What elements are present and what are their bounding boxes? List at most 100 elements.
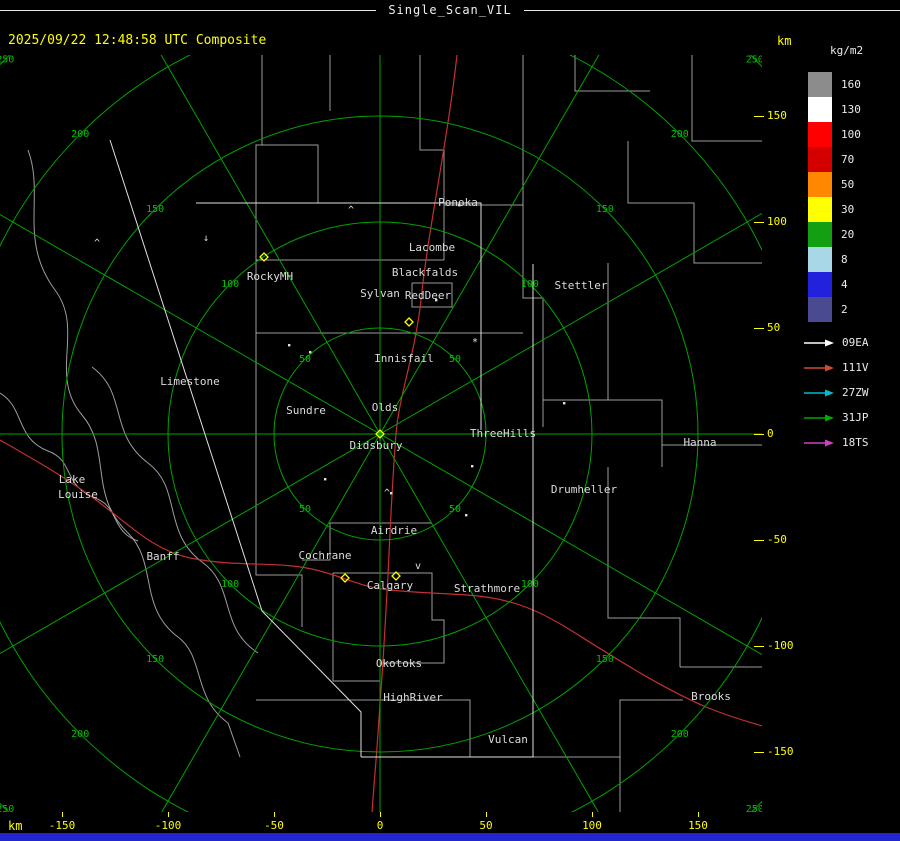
right-axis-tick <box>754 540 764 541</box>
city-label: Banff <box>146 550 179 563</box>
colorbar-swatch <box>808 122 832 147</box>
range-label: 200 <box>671 729 689 740</box>
radar-app-window: Single_Scan_VIL 2025/09/22 12:48:58 UTC … <box>0 0 900 841</box>
range-label: 100 <box>221 579 239 590</box>
colorbar-value: 50 <box>841 178 855 191</box>
town-dot-icon <box>465 514 468 517</box>
bottom-axis-tick <box>62 812 63 817</box>
right-axis-tick <box>754 646 764 647</box>
radar-sites-legend: 09EA 111V 27ZW 31JP 18TS <box>802 330 869 455</box>
county-boundary <box>0 392 139 542</box>
right-axis-tick <box>754 116 764 117</box>
county-boundary <box>255 427 303 627</box>
town-dot-icon <box>390 492 393 495</box>
site-legend-row: 09EA <box>802 330 869 355</box>
range-label: 250 <box>0 55 14 65</box>
axis-unit-bottom: km <box>8 819 23 833</box>
right-axis-tick <box>754 328 764 329</box>
colorbar-unit: kg/m2 <box>830 44 864 57</box>
map-glyph-icon: ^ <box>384 488 390 499</box>
colorbar-entry: 130 <box>808 97 861 122</box>
range-label: 200 <box>71 129 89 140</box>
colorbar-swatch <box>808 97 832 122</box>
title-bar: Single_Scan_VIL <box>0 0 900 20</box>
city-label: Okotoks <box>376 657 422 670</box>
county-boundary <box>419 55 445 205</box>
range-label: 100 <box>521 279 539 290</box>
city-label: Limestone <box>160 375 220 388</box>
county-boundary <box>574 55 650 92</box>
county-boundary <box>627 141 762 264</box>
range-label: 50 <box>299 354 311 365</box>
colorbar-entry: 160 <box>808 72 861 97</box>
county-boundary <box>91 366 259 654</box>
city-label: Innisfail <box>374 352 434 365</box>
range-label: 150 <box>146 204 164 215</box>
town-dot-icon <box>324 478 327 481</box>
bottom-taskbar[interactable] <box>0 833 900 841</box>
range-label: 150 <box>596 204 614 215</box>
city-label: Ponoka <box>438 196 478 209</box>
map-glyph-icon: ^ <box>94 238 100 249</box>
colorbar: 160 130 100 70 50 30 20 8 4 2 <box>808 72 861 322</box>
range-label: 200 <box>671 129 689 140</box>
site-legend-row: 31JP <box>802 405 869 430</box>
colorbar-value: 2 <box>841 303 848 316</box>
bottom-axis-tick <box>486 812 487 817</box>
radar-map[interactable]: 50 50 50 50 100 100 100 100 150 150 150 150 200 200 20… <box>0 55 762 812</box>
town-dot-icon <box>309 351 312 354</box>
map-glyph-icon: ^ <box>348 205 354 216</box>
range-label: 50 <box>449 504 461 515</box>
range-label: 150 <box>146 654 164 665</box>
site-id-label: 27ZW <box>842 386 869 399</box>
bottom-axis-label: 150 <box>688 819 708 832</box>
town-dot-icon <box>563 402 566 405</box>
bottom-axis-tick <box>698 812 699 817</box>
colorbar-swatch <box>808 272 832 297</box>
city-label: HighRiver <box>383 691 443 704</box>
colorbar-swatch <box>808 197 832 222</box>
site-arrow-icon <box>804 364 834 371</box>
colorbar-value: 30 <box>841 203 855 216</box>
city-label: Vulcan <box>488 733 528 746</box>
county-boundary <box>255 55 263 427</box>
bottom-axis: km -150 -100 -50 0 50 100 150 <box>0 812 775 834</box>
city-label: Lacombe <box>409 241 455 254</box>
bottom-axis-label: 100 <box>582 819 602 832</box>
colorbar-value: 8 <box>841 253 848 266</box>
scan-timestamp: 2025/09/22 12:48:58 UTC Composite <box>8 33 267 48</box>
city-label: Olds <box>372 401 399 414</box>
bottom-axis-label: 50 <box>479 819 493 832</box>
city-label: RockyMH <box>247 270 293 283</box>
town-dot-icon <box>288 344 291 347</box>
site-arrow-icon <box>804 439 834 446</box>
city-label: Blackfalds <box>392 266 458 279</box>
colorbar-entry: 100 <box>808 122 861 147</box>
city-label: RedDeer <box>405 289 452 302</box>
range-label: 50 <box>449 354 461 365</box>
right-axis-label: 50 <box>767 321 781 334</box>
site-id-label: 18TS <box>842 436 869 449</box>
bottom-axis-tick <box>380 812 381 817</box>
bottom-axis-label: -150 <box>48 819 76 832</box>
right-axis-label: 0 <box>767 427 774 440</box>
colorbar-value: 70 <box>841 153 855 166</box>
site-arrow-icon <box>804 389 834 396</box>
site-arrow-icon <box>804 339 834 346</box>
bottom-axis-tick <box>274 812 275 817</box>
scan-outline-layer <box>109 139 534 758</box>
city-label: Drumheller <box>551 483 618 496</box>
colorbar-entry: 70 <box>808 147 861 172</box>
city-label: Hanna <box>683 436 716 449</box>
right-axis-label: -150 <box>767 745 794 758</box>
city-label: Didsbury <box>350 439 403 452</box>
map-glyph-icon: * <box>472 337 478 348</box>
right-axis-tick <box>754 434 764 435</box>
site-id-label: 31JP <box>842 411 869 424</box>
range-label: 100 <box>521 579 539 590</box>
colorbar-entry: 8 <box>808 247 861 272</box>
right-axis: 150 100 50 0 -50 -100 -150 <box>752 55 800 812</box>
county-boundary <box>443 204 523 260</box>
city-label: Louise <box>58 488 98 501</box>
bottom-axis-label: -50 <box>264 819 284 832</box>
